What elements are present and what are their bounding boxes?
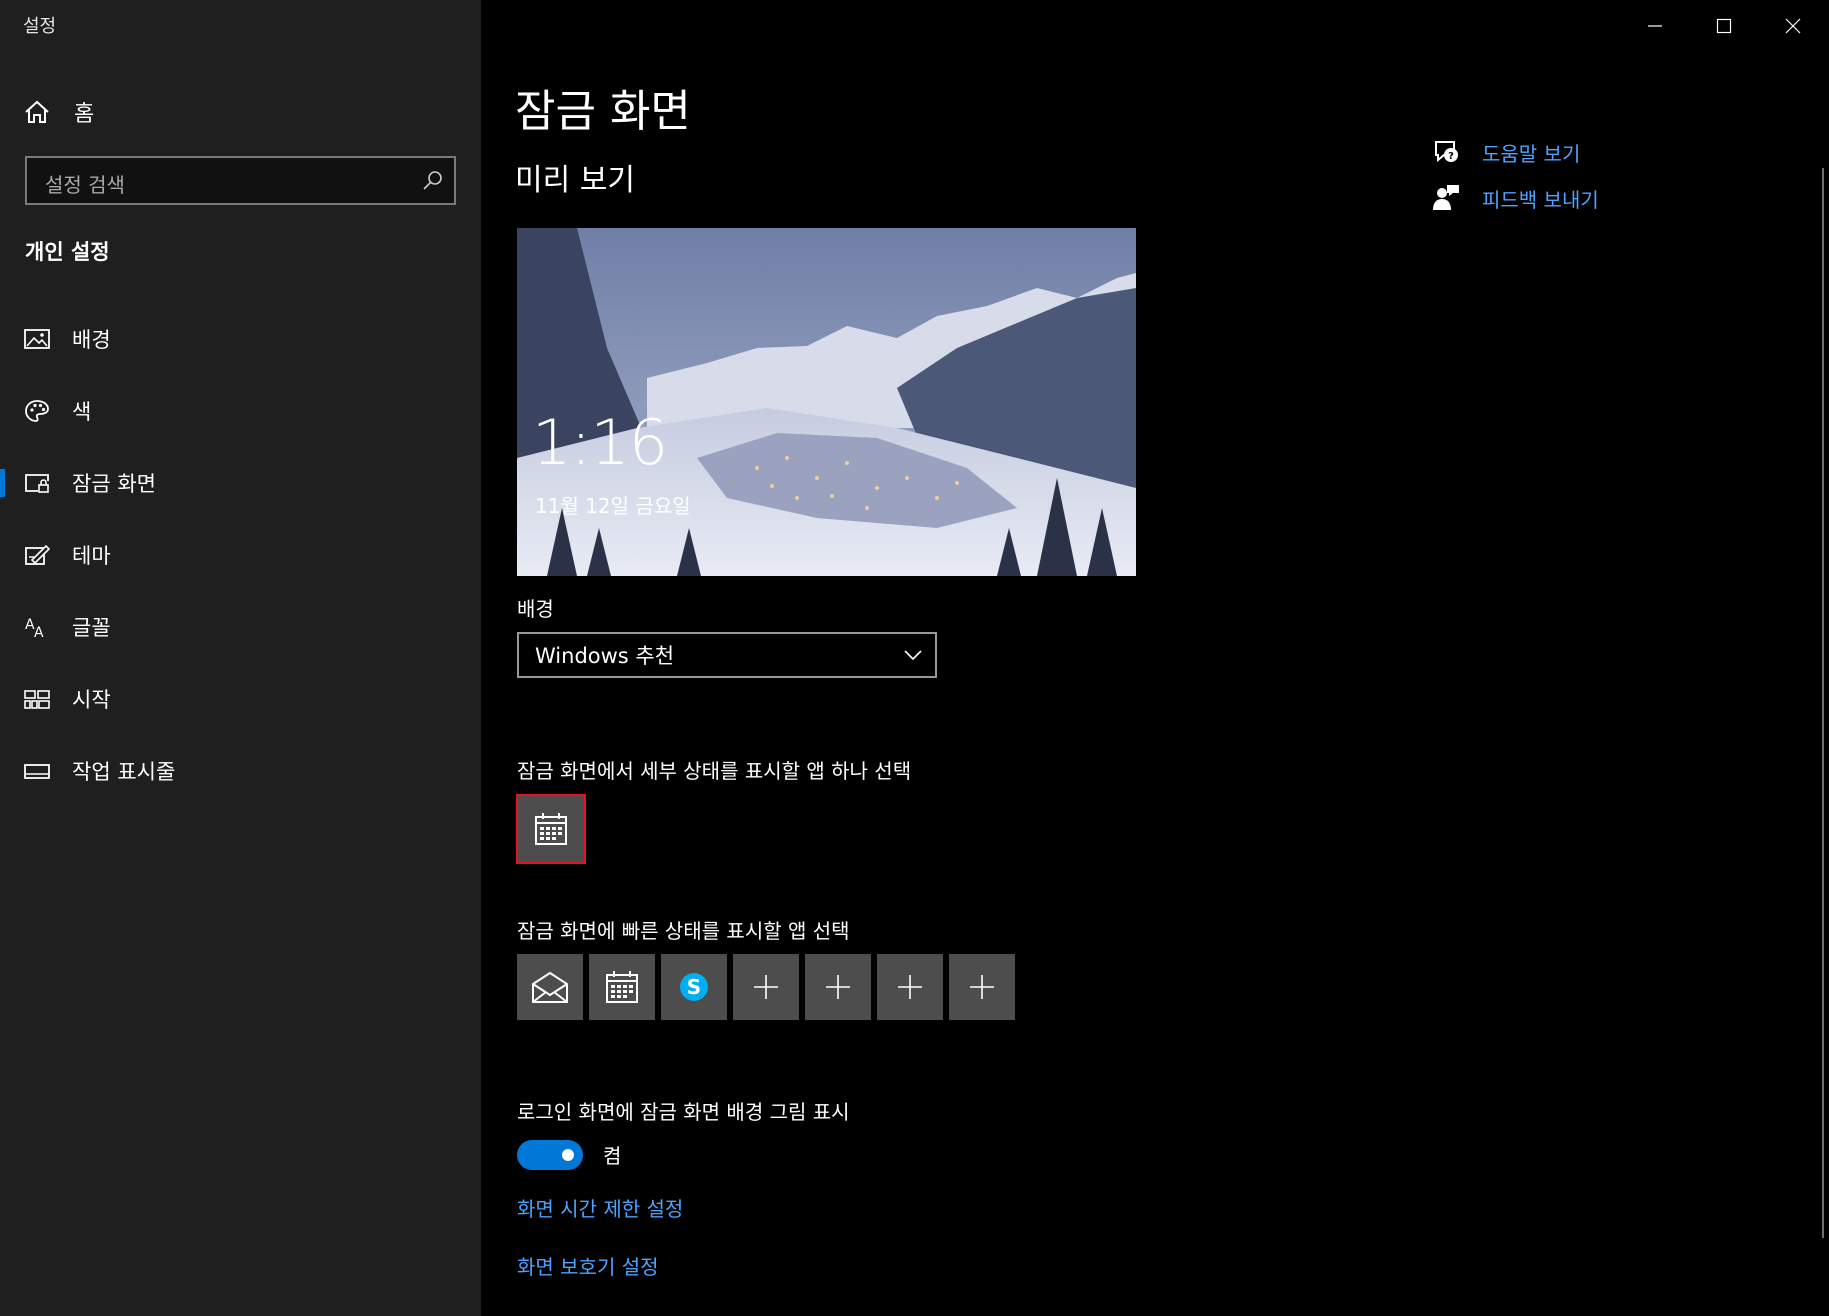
help-link-label: 도움말 보기 bbox=[1482, 141, 1581, 166]
quick-app-mail-button[interactable] bbox=[517, 954, 583, 1020]
search-placeholder: 설정 검색 bbox=[45, 173, 125, 197]
chevron-down-icon bbox=[904, 650, 922, 661]
feedback-icon bbox=[1433, 185, 1459, 210]
quick-app-calendar-button[interactable] bbox=[589, 954, 655, 1020]
quick-app-add-button[interactable] bbox=[877, 954, 943, 1020]
sidebar-item-label: 배경 bbox=[72, 328, 111, 352]
plus-icon bbox=[970, 975, 994, 999]
lock-screen-preview: 1:16 11월 12일 금요일 bbox=[517, 228, 1136, 576]
skype-icon: S bbox=[680, 973, 708, 1001]
login-background-toggle[interactable] bbox=[517, 1140, 583, 1170]
detail-status-app-button[interactable] bbox=[516, 794, 586, 864]
preview-image bbox=[517, 228, 1136, 576]
svg-text:A: A bbox=[34, 625, 44, 639]
quick-app-skype-button[interactable]: S bbox=[661, 954, 727, 1020]
plus-icon bbox=[898, 975, 922, 999]
app-title: 설정 bbox=[23, 16, 57, 37]
sidebar-item-theme[interactable]: 테마 bbox=[0, 527, 481, 583]
sidebar-item-label: 작업 표시줄 bbox=[72, 760, 176, 784]
main-content: 잠금 화면 미리 보기 1:16 11월 12일 금요일 배경 Windows … bbox=[481, 0, 1829, 1316]
home-icon bbox=[25, 100, 49, 123]
sidebar-item-label: 색 bbox=[72, 400, 92, 424]
sidebar-item-label: 홈 bbox=[74, 102, 95, 127]
palette-icon bbox=[25, 400, 49, 422]
preview-date: 11월 12일 금요일 bbox=[535, 494, 691, 518]
toggle-state-label: 켬 bbox=[603, 1144, 622, 1168]
background-label: 배경 bbox=[517, 597, 554, 621]
sidebar-item-label: 시작 bbox=[72, 688, 111, 712]
theme-brush-icon bbox=[25, 544, 50, 565]
plus-icon bbox=[754, 975, 778, 999]
help-chat-icon: ? bbox=[1435, 141, 1458, 163]
section-title: 개인 설정 bbox=[25, 240, 110, 264]
page-title: 잠금 화면 bbox=[515, 86, 691, 137]
mail-icon bbox=[532, 971, 568, 1003]
background-dropdown[interactable]: Windows 추천 bbox=[517, 632, 937, 678]
sidebar-item-label: 글꼴 bbox=[72, 616, 111, 640]
sidebar: 설정 홈 설정 검색 개인 설정 배경 색 잠금 화면 테마 A A 글꼴 시작… bbox=[0, 0, 481, 1316]
svg-text:?: ? bbox=[1448, 151, 1454, 162]
sidebar-item-taskbar[interactable]: 작업 표시줄 bbox=[0, 743, 481, 799]
toggle-knob bbox=[562, 1149, 574, 1161]
sidebar-item-home[interactable]: 홈 bbox=[24, 92, 464, 132]
preview-title: 미리 보기 bbox=[515, 163, 635, 198]
picture-icon bbox=[24, 329, 50, 349]
quick-app-add-button[interactable] bbox=[733, 954, 799, 1020]
font-icon: A A bbox=[25, 617, 44, 639]
search-input[interactable]: 설정 검색 bbox=[25, 156, 456, 205]
quick-app-add-button[interactable] bbox=[949, 954, 1015, 1020]
quick-app-add-button[interactable] bbox=[805, 954, 871, 1020]
quick-status-label: 잠금 화면에 빠른 상태를 표시할 앱 선택 bbox=[517, 919, 850, 943]
detail-status-label: 잠금 화면에서 세부 상태를 표시할 앱 하나 선택 bbox=[517, 759, 912, 783]
sidebar-item-background[interactable]: 배경 bbox=[0, 311, 481, 367]
screen-timeout-link[interactable]: 화면 시간 제한 설정 bbox=[517, 1193, 683, 1222]
login-background-label: 로그인 화면에 잠금 화면 배경 그림 표시 bbox=[517, 1100, 850, 1124]
calendar-icon bbox=[606, 971, 638, 1003]
svg-text:S: S bbox=[687, 975, 701, 999]
start-tiles-icon bbox=[24, 690, 50, 709]
screensaver-link[interactable]: 화면 보호기 설정 bbox=[517, 1251, 659, 1280]
sidebar-item-fonts[interactable]: A A 글꼴 bbox=[0, 599, 481, 655]
search-icon[interactable] bbox=[422, 169, 444, 191]
sidebar-item-start[interactable]: 시작 bbox=[0, 671, 481, 727]
sidebar-item-color[interactable]: 색 bbox=[0, 383, 481, 439]
scrollbar[interactable] bbox=[1822, 168, 1824, 1238]
background-dropdown-value: Windows 추천 bbox=[535, 644, 675, 668]
feedback-link-label: 피드백 보내기 bbox=[1482, 187, 1599, 212]
sidebar-item-label: 테마 bbox=[72, 544, 111, 568]
taskbar-icon bbox=[24, 764, 50, 779]
sidebar-item-label: 잠금 화면 bbox=[72, 472, 156, 496]
plus-icon bbox=[826, 975, 850, 999]
sidebar-item-lock-screen[interactable]: 잠금 화면 bbox=[0, 455, 481, 511]
lock-screen-icon bbox=[25, 474, 49, 493]
calendar-icon bbox=[535, 813, 567, 845]
preview-time: 1:16 bbox=[532, 406, 668, 479]
